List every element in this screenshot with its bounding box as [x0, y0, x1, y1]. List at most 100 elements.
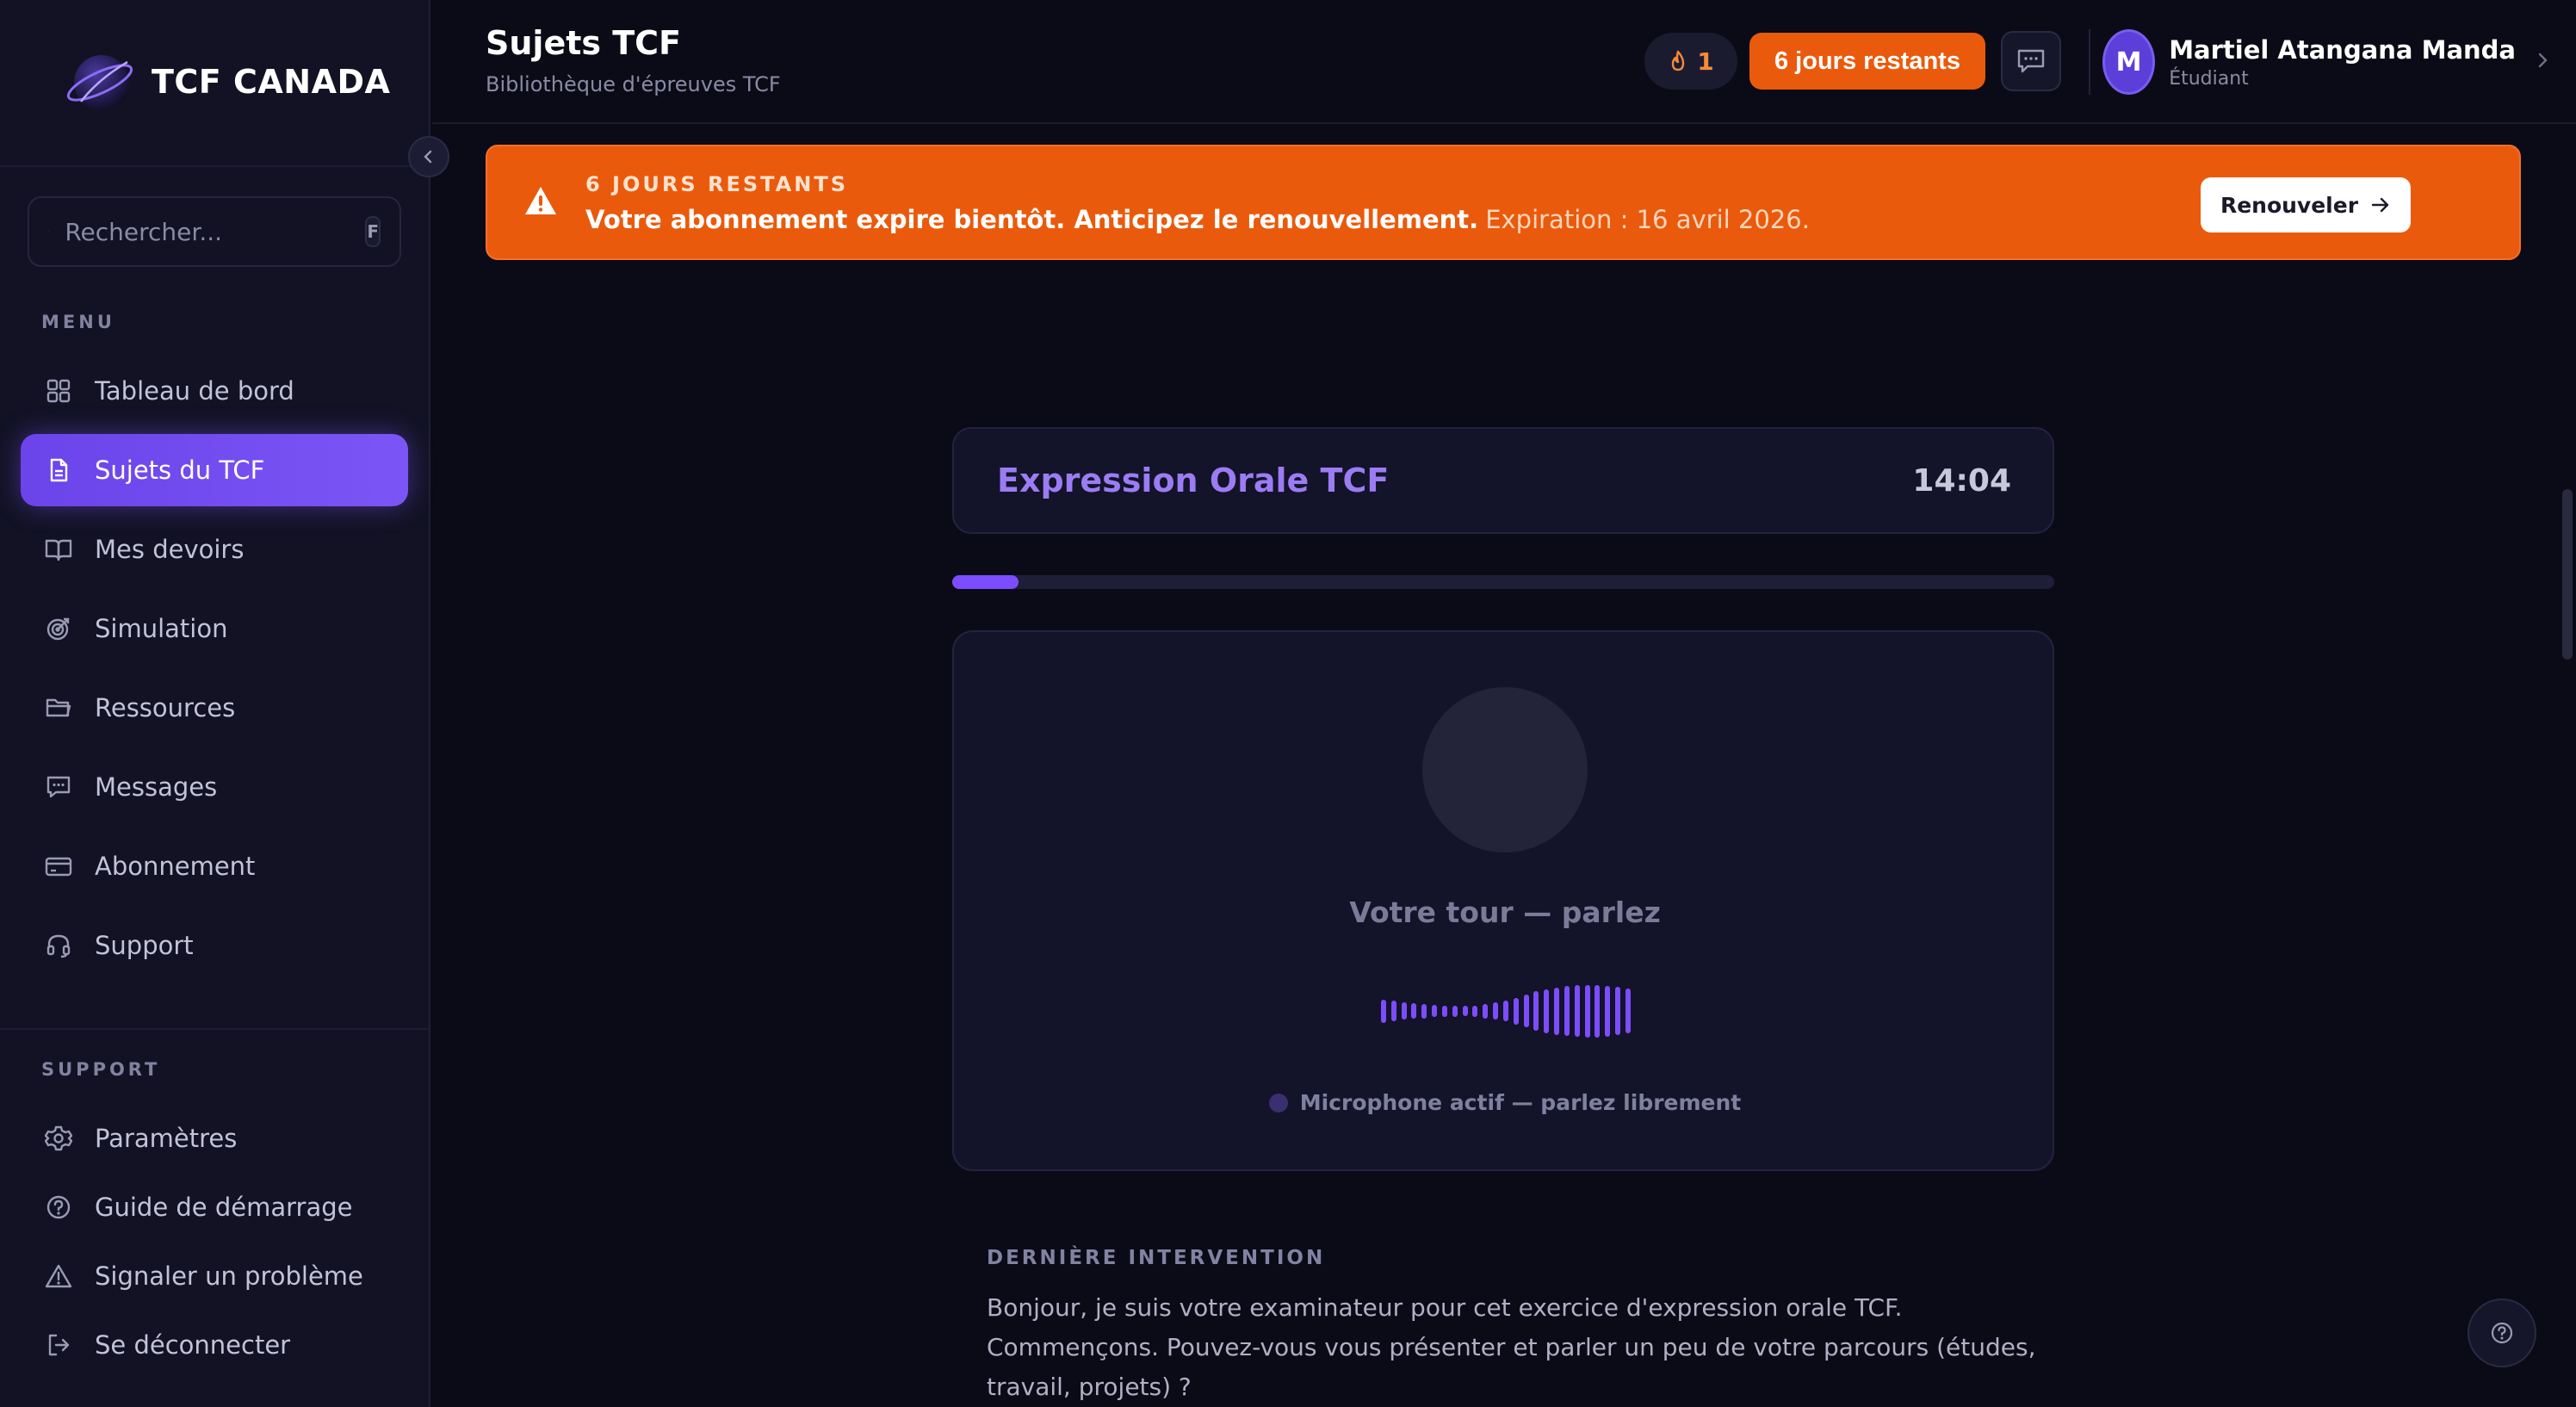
sidebar: TCF CANADA F MENU Tableau de bord	[0, 0, 449, 1407]
warning-icon	[43, 1261, 74, 1292]
sidebar-item-signaler[interactable]: Signaler un problème	[21, 1240, 408, 1312]
days-remaining-button[interactable]: 6 jours restants	[1749, 33, 1985, 90]
sidebar-item-support[interactable]: Support	[21, 909, 408, 982]
sidebar-item-guide[interactable]: Guide de démarrage	[21, 1171, 408, 1243]
brand-logo-icon	[62, 43, 139, 121]
alert-triangle-icon	[523, 184, 558, 220]
sidebar-item-label: Support	[95, 931, 194, 960]
folder-icon	[43, 692, 74, 723]
exam-title: Expression Orale TCF	[997, 462, 1390, 499]
sidebar-item-label: Simulation	[95, 614, 228, 643]
sidebar-item-sujets[interactable]: Sujets du TCF	[21, 434, 408, 506]
sidebar-item-devoirs[interactable]: Mes devoirs	[21, 513, 408, 586]
streak-badge[interactable]: 1	[1644, 33, 1737, 90]
renew-button[interactable]: Renouveler	[2201, 177, 2411, 232]
arrow-right-icon	[2371, 197, 2389, 213]
waveform-bar	[1513, 997, 1519, 1025]
search-icon	[48, 231, 50, 232]
page-scrollbar[interactable]	[2562, 489, 2573, 660]
sidebar-item-abonnement[interactable]: Abonnement	[21, 830, 408, 902]
waveform-bar	[1381, 999, 1386, 1023]
search-box[interactable]: F	[28, 196, 401, 267]
waveform-bar	[1472, 1005, 1478, 1017]
turn-label: Votre tour — parlez	[1349, 896, 1661, 929]
sidebar-item-label: Guide de démarrage	[95, 1193, 353, 1222]
audio-waveform	[1381, 982, 1631, 1040]
mic-status-dot	[1268, 1093, 1288, 1113]
sidebar-item-dashboard[interactable]: Tableau de bord	[21, 355, 408, 427]
waveform-bar	[1584, 984, 1590, 1038]
sidebar-item-messages[interactable]: Messages	[21, 751, 408, 823]
header-separator	[2089, 29, 2090, 95]
app-root: TCF CANADA F MENU Tableau de bord	[0, 0, 2576, 1407]
sidebar-item-label: Abonnement	[95, 852, 256, 881]
waveform-bar	[1625, 989, 1631, 1033]
last-intervention-label: DERNIÈRE INTERVENTION	[987, 1247, 1326, 1269]
card-icon	[43, 851, 74, 882]
waveform-bar	[1523, 995, 1529, 1027]
support-section-label: SUPPORT	[41, 1059, 161, 1080]
profile-text: Martiel Atangana Manda Étudiant	[2169, 35, 2516, 90]
waveform-bar	[1502, 1001, 1508, 1021]
waveform-bar	[1421, 1003, 1427, 1019]
search-input[interactable]	[65, 217, 366, 246]
waveform-bar	[1574, 985, 1580, 1037]
top-header: Sujets TCF Bibliothèque d'épreuves TCF 1…	[432, 0, 2576, 124]
avatar: M	[2102, 29, 2156, 95]
exam-timer: 14:04	[1912, 463, 2011, 499]
search-shortcut-badge: F	[365, 216, 381, 247]
voice-orb[interactable]	[1422, 687, 1588, 852]
brand[interactable]: TCF CANADA	[62, 43, 390, 121]
help-button[interactable]	[2468, 1299, 2536, 1367]
sidebar-item-label: Ressources	[95, 693, 236, 722]
exam-header-card: Expression Orale TCF 14:04	[952, 427, 2054, 534]
sidebar-item-parametres[interactable]: Paramètres	[21, 1102, 408, 1175]
waveform-bar	[1544, 989, 1550, 1033]
sidebar-item-label: Mes devoirs	[95, 535, 245, 564]
menu-section-label: MENU	[41, 312, 115, 332]
user-role: Étudiant	[2169, 67, 2249, 90]
renew-button-label: Renouveler	[2220, 192, 2359, 218]
exam-progress-fill	[952, 575, 1019, 589]
collapse-sidebar-button[interactable]	[408, 136, 449, 177]
user-profile-menu[interactable]: M Martiel Atangana Manda Étudiant	[2102, 26, 2550, 98]
streak-count: 1	[1697, 46, 1714, 76]
mic-status: Microphone actif — parlez librement	[954, 1090, 2056, 1115]
waveform-bar	[1483, 1003, 1489, 1019]
book-icon	[43, 534, 74, 565]
last-intervention-text: Bonjour, je suis votre examinateur pour …	[987, 1293, 2036, 1401]
help-circle-icon	[43, 1192, 74, 1223]
logout-icon	[43, 1330, 74, 1361]
waveform-bar	[1411, 1003, 1417, 1019]
mic-status-text: Microphone actif — parlez librement	[1299, 1090, 1742, 1115]
waveform-bar	[1390, 1001, 1396, 1021]
waveform-bar	[1401, 1002, 1407, 1020]
page-title: Sujets TCF	[486, 24, 681, 62]
waveform-bar	[1605, 985, 1611, 1037]
waveform-bar	[1564, 986, 1570, 1036]
messages-button[interactable]	[2001, 31, 2061, 91]
sidebar-item-label: Sujets du TCF	[95, 456, 265, 485]
subscription-alert: 6 JOURS RESTANTS Votre abonnement expire…	[486, 145, 2521, 260]
waveform-bar	[1554, 987, 1560, 1035]
gear-icon	[43, 1123, 74, 1154]
chevron-right-icon	[2535, 50, 2550, 74]
user-name: Martiel Atangana Manda	[2169, 34, 2516, 65]
sidebar-item-logout[interactable]: Se déconnecter	[21, 1309, 408, 1381]
alert-kicker: 6 JOURS RESTANTS	[585, 172, 848, 196]
chat-icon	[43, 772, 74, 803]
flame-icon	[1672, 50, 1685, 71]
sidebar-item-ressources[interactable]: Ressources	[21, 672, 408, 744]
sidebar-item-simulation[interactable]: Simulation	[21, 592, 408, 665]
brand-name: TCF CANADA	[152, 63, 391, 101]
waveform-bar	[1432, 1005, 1438, 1017]
waveform-bar	[1441, 1005, 1447, 1017]
grid-icon	[43, 375, 74, 406]
page-subtitle: Bibliothèque d'épreuves TCF	[486, 72, 781, 96]
document-icon	[43, 455, 74, 486]
waveform-bar	[1452, 1005, 1458, 1017]
exam-progress-bar	[952, 575, 2054, 589]
sidebar-item-label: Signaler un problème	[95, 1261, 363, 1291]
alert-message-line: Votre abonnement expire bientôt. Anticip…	[585, 205, 1810, 234]
waveform-bar	[1533, 991, 1539, 1031]
